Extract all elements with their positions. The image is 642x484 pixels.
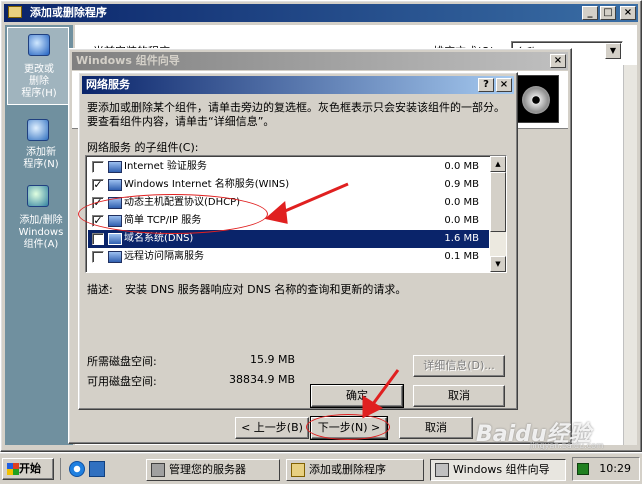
taskbar-label: 添加或删除程序 <box>309 463 386 476</box>
start-label: 开始 <box>19 462 41 475</box>
server-icon <box>151 463 165 477</box>
arrow-to-next <box>362 369 400 419</box>
tray-icon[interactable] <box>577 463 589 475</box>
add-remove-icon <box>291 463 305 477</box>
taskbar-button-wizard[interactable]: Windows 组件向导 <box>430 459 566 481</box>
wizard-icon <box>435 463 449 477</box>
taskbar-button-add-remove[interactable]: 添加或删除程序 <box>286 459 424 481</box>
start-button[interactable]: 开始 <box>2 458 54 480</box>
baidu-watermark-sub: jingyan.baidu.com <box>530 441 604 450</box>
taskbar-label: Windows 组件向导 <box>453 463 550 476</box>
clock[interactable]: 10:29 <box>599 462 631 475</box>
annotation-arrows <box>264 182 400 419</box>
windows-logo-icon <box>7 463 19 475</box>
ie-icon[interactable] <box>69 461 85 477</box>
explorer-icon[interactable] <box>89 461 105 477</box>
taskbar-button-manage-server[interactable]: 管理您的服务器 <box>146 459 280 481</box>
quick-launch <box>60 458 110 480</box>
taskbar-label: 管理您的服务器 <box>169 463 246 476</box>
system-tray: 10:29 <box>572 457 640 481</box>
arrow-to-dhcp <box>264 182 349 224</box>
